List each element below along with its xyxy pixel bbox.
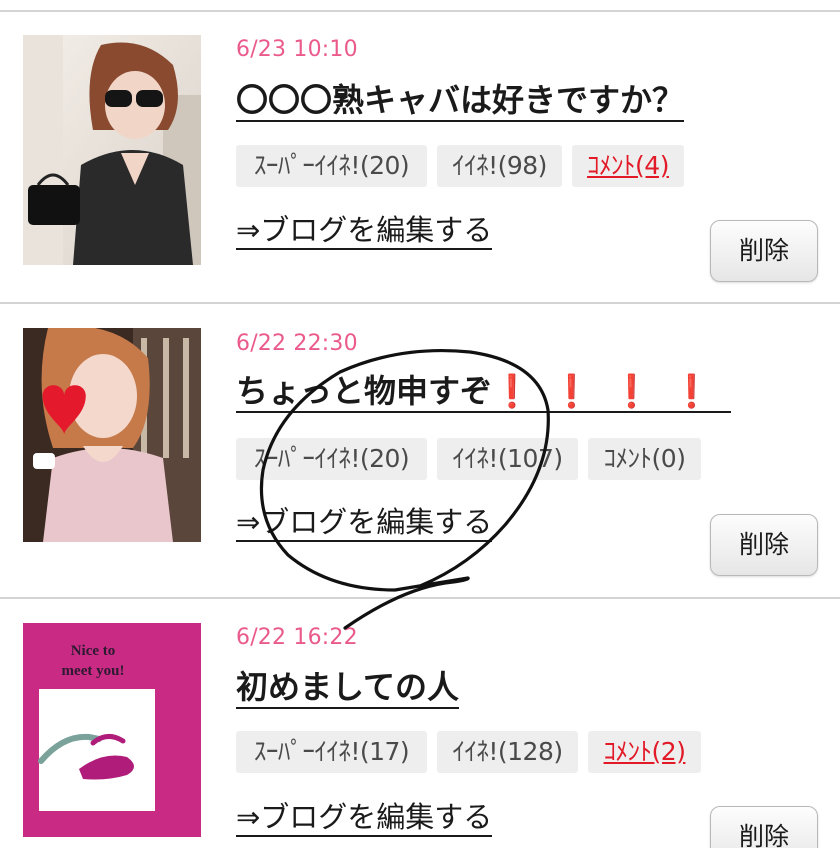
delete-button[interactable]: 削除 [710,806,818,848]
thumbnail-caption: Nice to [71,643,116,659]
delete-button[interactable]: 削除 [710,514,818,576]
post-thumbnail[interactable] [23,35,201,265]
post-thumbnail[interactable] [23,328,201,542]
comment-count[interactable]: ｺﾒﾝﾄ(4) [572,145,684,187]
like-count[interactable]: ｲｲﾈ!(98) [437,145,562,187]
divider [0,302,840,304]
post-date: 6/23 10:10 [236,37,358,62]
svg-text:meet you!: meet you! [62,663,125,679]
post-title-text[interactable]: 初めましての人 [236,668,459,706]
post-title[interactable]: 〇〇〇熟キャバは好きですか？ [236,81,685,122]
super-like-count[interactable]: ｽｰﾊﾟｰｲｲﾈ!(20) [236,438,427,480]
edit-blog-link[interactable]: ⇒ブログを編集する [236,506,493,542]
comment-count[interactable]: ｺﾒﾝﾄ(0) [588,438,701,480]
like-count[interactable]: ｲｲﾈ!(107) [437,438,578,480]
edit-blog-link[interactable]: ⇒ブログを編集する [236,801,493,837]
post-date: 6/22 16:22 [236,625,358,650]
blog-post-list: 6/23 10:10 〇〇〇熟キャバは好きですか？ ｽｰﾊﾟｰｲｲﾈ!(20) … [0,0,840,848]
edit-blog-link[interactable]: ⇒ブログを編集する [236,214,493,250]
divider [0,597,840,599]
super-like-count[interactable]: ｽｰﾊﾟｰｲｲﾈ!(17) [236,731,427,773]
post-thumbnail[interactable]: Nice to meet you! [23,623,201,837]
post-title[interactable]: 初めましての人 [236,668,460,709]
delete-button[interactable]: 削除 [710,220,818,282]
comment-count[interactable]: ｺﾒﾝﾄ(2) [588,731,701,773]
like-count[interactable]: ｲｲﾈ!(128) [437,731,578,773]
post-title-text[interactable]: ちょっと物申すぞ [236,372,492,410]
post-date: 6/22 22:30 [236,331,358,356]
post-title[interactable]: ちょっと物申すぞ❗❗❗❗ [236,372,732,413]
title-exclamation-marks: ❗❗❗❗ [492,372,732,410]
divider [0,10,840,12]
post-title-text[interactable]: 〇〇〇熟キャバは好きですか？ [236,81,684,119]
super-like-count[interactable]: ｽｰﾊﾟｰｲｲﾈ!(20) [236,145,427,187]
